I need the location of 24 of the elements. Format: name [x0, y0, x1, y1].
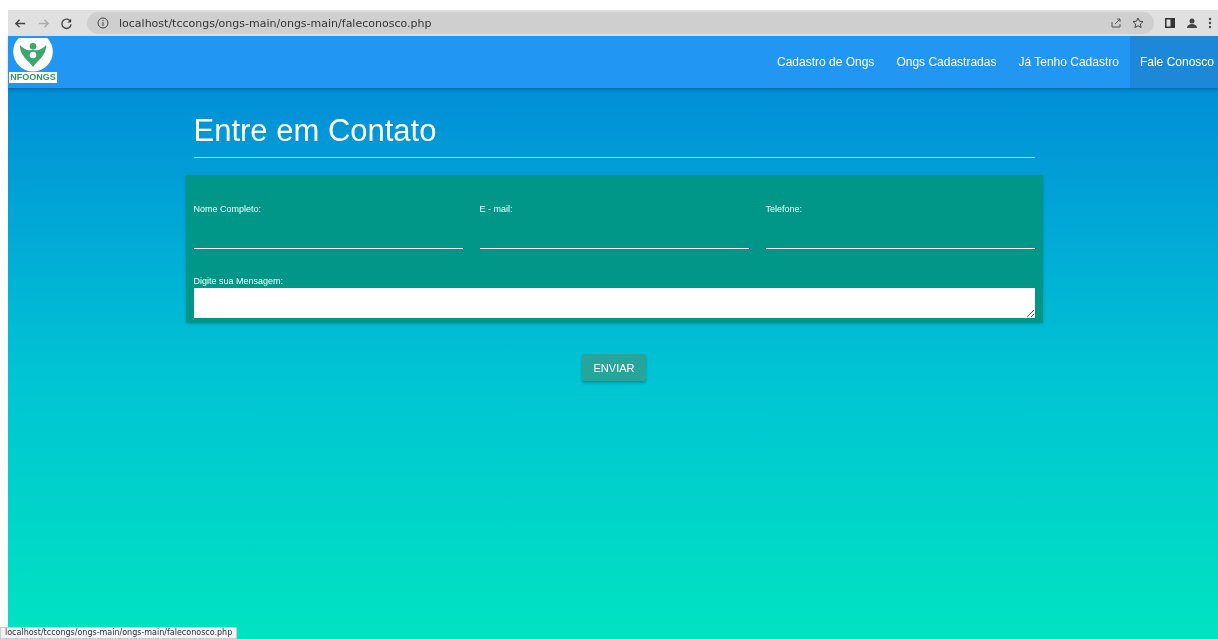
nav-link[interactable]: Fale Conosco — [1129, 36, 1218, 88]
send-button[interactable]: ENVIAR — [581, 354, 647, 381]
star-icon[interactable] — [1132, 17, 1144, 29]
logo-people-heart-icon — [11, 38, 55, 72]
profile-icon[interactable] — [1186, 17, 1198, 29]
page-heading: Entre em Contato — [193, 113, 1035, 158]
url-text: localhost/tccongs/ongs-main/ongs-main/faleconosco.php — [119, 16, 432, 30]
nav-link[interactable]: Ongs Cadastradas — [885, 36, 1008, 88]
logo-text: NFOONGS — [9, 72, 57, 83]
status-url-tooltip: localhost/tccongs/ongs-main/ongs-main/faleconosco.php — [0, 627, 238, 639]
address-bar[interactable]: localhost/tccongs/ongs-main/ongs-main/faleconosco.php — [87, 12, 1154, 34]
field-label: Telefone: — [765, 203, 804, 215]
nav-link[interactable]: Já Tenho Cadastro — [1007, 36, 1130, 88]
field-label: E - mail: — [479, 203, 514, 215]
menu-icon[interactable] — [1208, 17, 1212, 29]
side-panel-icon[interactable] — [1164, 17, 1176, 29]
nav-link[interactable]: Cadastro de Ongs — [766, 36, 886, 88]
reload-icon[interactable] — [60, 16, 73, 30]
field-label: Nome Completo: — [193, 203, 263, 215]
logo[interactable]: NFOONGS — [8, 36, 58, 88]
message-field[interactable] — [193, 288, 1035, 318]
field-label: Digite sua Mensagem: — [193, 275, 285, 287]
info-icon[interactable] — [97, 17, 109, 29]
share-icon[interactable] — [1110, 17, 1122, 29]
